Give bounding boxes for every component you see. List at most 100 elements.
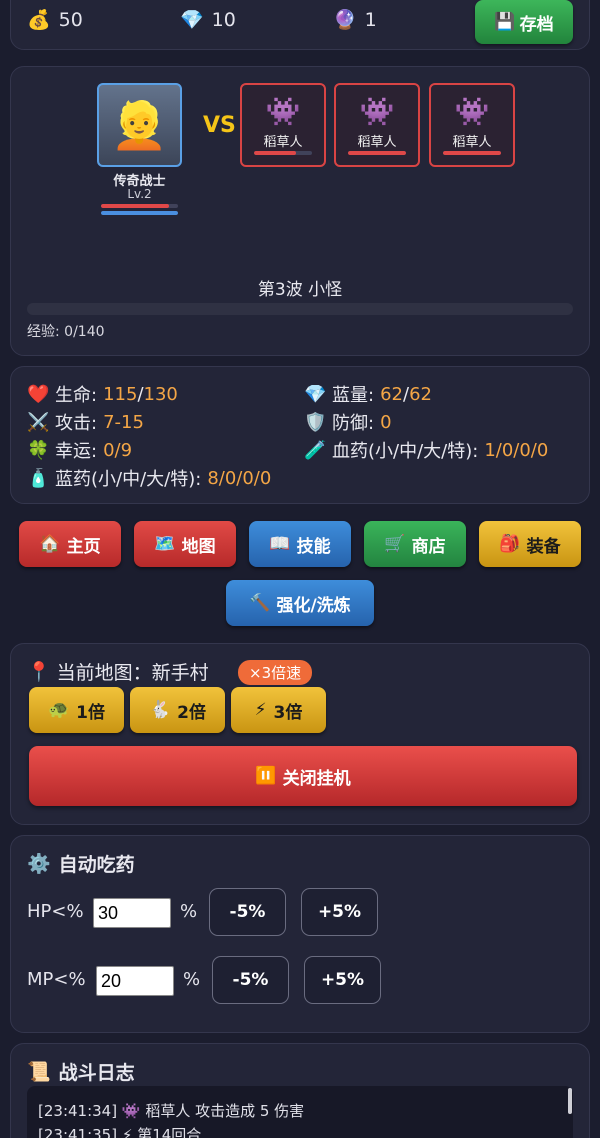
nav-home-button[interactable]: 🏠 主页 [19, 521, 121, 567]
log-text: 稻草人 攻击造成 5 伤害 [145, 1102, 305, 1120]
rabbit-icon: 🐇 [148, 700, 171, 720]
speed-badge: ×3倍速 [238, 660, 313, 685]
hp-threshold-input[interactable] [93, 898, 171, 928]
stat-mp-current: 62 [380, 383, 403, 405]
nav-enhance-label: 强化/洗炼 [276, 595, 351, 616]
save-button-label: 存档 [519, 14, 554, 35]
xp-bar [27, 303, 573, 315]
pause-icon: ⏸️ [255, 766, 277, 786]
stat-hp-potions-label: 血药(小/中/大/特): [332, 441, 479, 462]
auto-potion-title: ⚙️ 自动吃药 [27, 850, 135, 877]
enemy-hp-bar [348, 151, 406, 155]
save-button[interactable]: 💾 存档 [475, 0, 573, 44]
log-scrollbar[interactable] [568, 1088, 572, 1114]
lightning-icon: ⚡ [121, 1126, 133, 1138]
battle-log-list[interactable]: [23:41:34] 👾 稻草人 攻击造成 5 伤害 [23:41:35] ⚡ … [27, 1086, 573, 1138]
backpack-icon: 🎒 [499, 534, 521, 554]
hero-avatar-icon: 👱 [110, 97, 169, 152]
nav-shop-label: 商店 [411, 536, 446, 557]
scroll-icon: 📜 [27, 1061, 51, 1083]
turtle-icon: 🐢 [47, 700, 70, 720]
heart-icon: ❤️ [27, 383, 50, 405]
enemy-name: 稻草人 [452, 135, 492, 150]
stat-luck-value: 0/9 [103, 439, 133, 461]
hp-plus-button[interactable]: +5% [301, 888, 378, 936]
log-timestamp: [23:41:35] [38, 1126, 118, 1138]
pin-icon: 📍 [27, 661, 51, 683]
diamond-value: 10 [211, 8, 236, 31]
speed-1x-button[interactable]: 🐢 1倍 [29, 687, 124, 733]
stat-defense-value: 0 [380, 411, 392, 433]
stat-attack: ⚔️ 攻击: 7-15 [27, 409, 144, 435]
stat-mp: 💎 蓝量: 62/62 [304, 381, 432, 407]
nav-map-button[interactable]: 🗺️ 地图 [134, 521, 236, 567]
hero-hp-bar [101, 204, 178, 208]
lotion-bottle-icon: 🧴 [27, 467, 50, 489]
world-map-icon: 🗺️ [154, 534, 176, 554]
hp-threshold-unit: % [180, 901, 198, 922]
speed-1x-label: 1倍 [76, 702, 105, 723]
open-book-icon: 📖 [269, 534, 291, 554]
nav-skills-label: 技能 [296, 536, 331, 557]
hero-portrait[interactable]: 👱 [97, 83, 182, 167]
stop-idle-button[interactable]: ⏸️ 关闭挂机 [29, 746, 577, 806]
mp-threshold-label: MP<% [27, 969, 86, 990]
nav-skills-button[interactable]: 📖 技能 [249, 521, 351, 567]
speed-2x-label: 2倍 [177, 702, 206, 723]
stat-hp-label: 生命: [55, 385, 98, 406]
hero-mp-bar [101, 211, 178, 215]
lightning-icon: ⚡ [254, 700, 267, 720]
stat-mp-max: 62 [409, 383, 432, 405]
enemy-hp-fill [348, 151, 406, 155]
nav-map-label: 地图 [181, 536, 216, 557]
gold-value: 50 [58, 8, 83, 31]
log-line: [23:41:34] 👾 稻草人 攻击造成 5 伤害 [38, 1100, 304, 1121]
hero-hp-fill [101, 204, 169, 208]
hero-mp-fill [101, 211, 178, 215]
stat-mp-potions-value: 8/0/0/0 [207, 467, 272, 489]
enemy-hp-bar [443, 151, 501, 155]
nav-enhance-button[interactable]: 🔨 强化/洗炼 [226, 580, 374, 626]
stat-hp: ❤️ 生命: 115/130 [27, 381, 178, 407]
diamond-icon: 💎 [180, 9, 204, 31]
stat-mp-potions: 🧴 蓝药(小/中/大/特): 8/0/0/0 [27, 465, 271, 491]
crystal-ball-icon: 🔮 [333, 9, 357, 31]
battle-log-title: 📜 战斗日志 [27, 1058, 135, 1085]
speed-2x-button[interactable]: 🐇 2倍 [130, 687, 225, 733]
gear-icon: ⚙️ [27, 853, 51, 875]
speed-3x-label: 3倍 [273, 702, 303, 723]
enemy-card[interactable]: 👾 稻草人 [334, 83, 420, 167]
log-timestamp: [23:41:34] [38, 1102, 118, 1120]
alien-monster-icon: 👾 [121, 1102, 141, 1120]
current-map-label: 当前地图：新手村 [56, 662, 209, 684]
mp-plus-button[interactable]: +5% [304, 956, 381, 1004]
house-icon: 🏠 [39, 534, 61, 554]
mp-minus-button[interactable]: -5% [212, 956, 289, 1004]
enemy-name: 稻草人 [357, 135, 397, 150]
nav-shop-button[interactable]: 🛒 商店 [364, 521, 466, 567]
alien-monster-icon: 👾 [454, 95, 490, 128]
stat-luck-label: 幸运: [55, 441, 98, 462]
stat-mp-label: 蓝量: [332, 385, 375, 406]
nav-home-label: 主页 [66, 536, 101, 557]
stat-hp-potions: 🧪 血药(小/中/大/特): 1/0/0/0 [304, 437, 548, 463]
enemy-hp-fill [443, 151, 501, 155]
alien-monster-icon: 👾 [359, 95, 395, 128]
log-line: [23:41:35] ⚡ 第14回合 [38, 1124, 201, 1138]
enemy-hp-bar [254, 151, 312, 155]
orb-counter: 🔮 1 [333, 8, 377, 32]
hp-minus-button[interactable]: -5% [209, 888, 286, 936]
enemy-card[interactable]: 👾 稻草人 [240, 83, 326, 167]
speed-3x-button[interactable]: ⚡ 3倍 [231, 687, 326, 733]
alien-monster-icon: 👾 [265, 95, 301, 128]
stat-hp-current: 115 [103, 383, 138, 405]
xp-text: 经验: 0/140 [27, 324, 105, 340]
enemy-card[interactable]: 👾 稻草人 [429, 83, 515, 167]
mp-threshold-input[interactable] [96, 966, 174, 996]
nav-equip-label: 装备 [526, 536, 561, 557]
stat-attack-label: 攻击: [55, 413, 98, 434]
nav-equip-button[interactable]: 🎒 装备 [479, 521, 581, 567]
stop-idle-label: 关闭挂机 [282, 768, 351, 789]
resource-bar: 💰 50 💎 10 🔮 1 💾 存档 [0, 0, 600, 50]
money-bag-icon: 💰 [27, 9, 51, 31]
